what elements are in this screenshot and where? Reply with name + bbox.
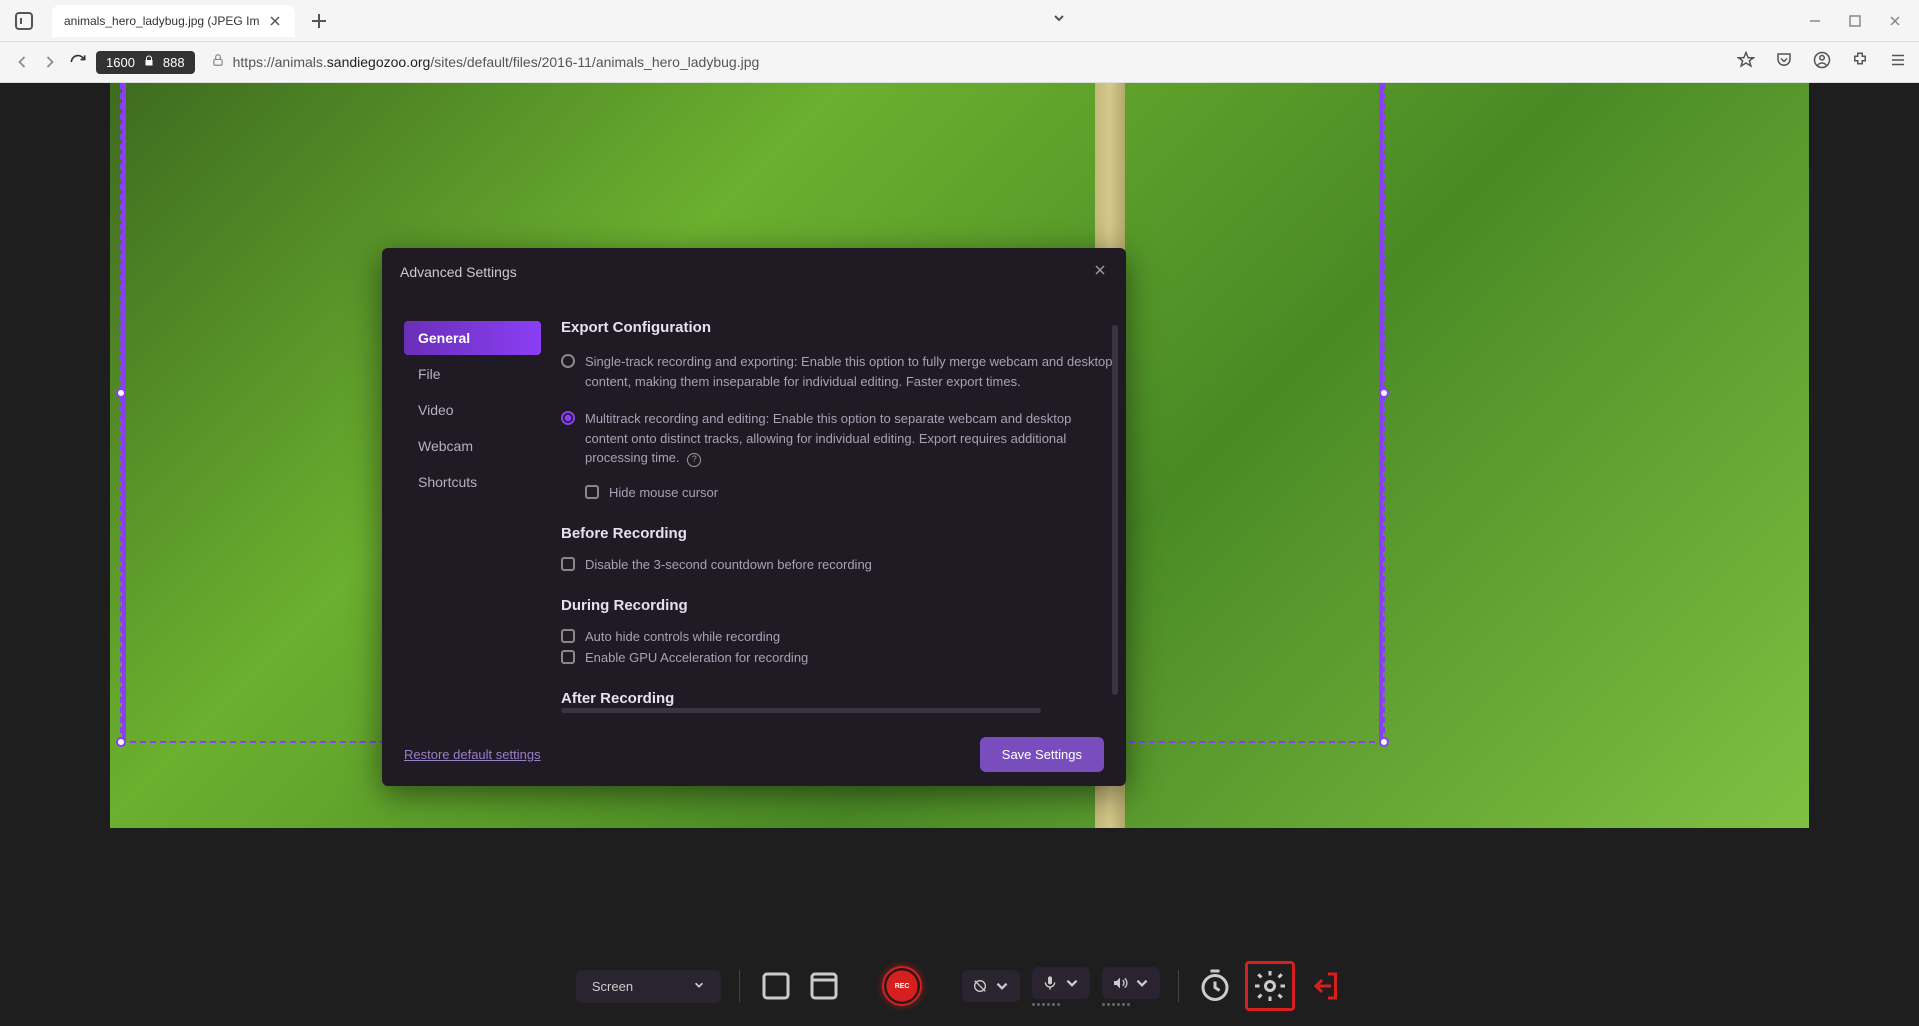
browser-tab[interactable]: animals_hero_ladybug.jpg (JPEG Im xyxy=(52,5,295,37)
pocket-icon[interactable] xyxy=(1775,51,1793,74)
maximize-button[interactable] xyxy=(1847,13,1863,29)
window-controls xyxy=(1807,13,1919,29)
sidebar-item-shortcuts[interactable]: Shortcuts xyxy=(404,465,541,499)
radio-label: Single-track recording and exporting: En… xyxy=(585,352,1116,391)
record-button[interactable]: REC xyxy=(882,966,922,1006)
checkbox-auto-hide[interactable]: Auto hide controls while recording xyxy=(561,626,1116,647)
checkbox-icon xyxy=(561,650,575,664)
secure-lock-icon xyxy=(211,53,225,72)
account-icon[interactable] xyxy=(1813,51,1831,74)
section-after-recording: After Recording xyxy=(561,690,1116,707)
fullscreen-button[interactable] xyxy=(758,968,794,1004)
section-before-recording: Before Recording xyxy=(561,525,1116,542)
tab-title: animals_hero_ladybug.jpg (JPEG Im xyxy=(64,14,259,28)
extensions-icon[interactable] xyxy=(1851,51,1869,74)
section-export-config: Export Configuration xyxy=(561,319,1116,336)
new-tab-button[interactable] xyxy=(307,9,331,33)
exit-button[interactable] xyxy=(1307,968,1343,1004)
dialog-header: Advanced Settings xyxy=(382,248,1126,295)
after-description: It requires your computer to have high-p… xyxy=(561,719,1116,724)
checkbox-gpu[interactable]: Enable GPU Acceleration for recording xyxy=(561,647,1116,668)
close-button[interactable] xyxy=(1887,13,1903,29)
webcam-toggle[interactable] xyxy=(962,970,1020,1002)
restore-defaults-link[interactable]: Restore default settings xyxy=(404,747,541,762)
viewport: Advanced Settings General File Video Web… xyxy=(0,83,1919,1026)
reload-button[interactable] xyxy=(68,52,88,72)
checkbox-icon xyxy=(561,557,575,571)
section-during-recording: During Recording xyxy=(561,597,1116,614)
settings-content: Export Configuration Single-track record… xyxy=(557,295,1126,723)
checkbox-hide-cursor[interactable]: Hide mouse cursor xyxy=(585,482,1116,503)
url-text: https://animals.sandiegozoo.org/sites/de… xyxy=(233,54,760,70)
browser-tab-bar: animals_hero_ladybug.jpg (JPEG Im xyxy=(0,0,1919,42)
tabs-dropdown-icon[interactable] xyxy=(1052,11,1066,30)
back-button[interactable] xyxy=(12,52,32,72)
help-icon[interactable]: ? xyxy=(687,453,701,467)
radio-icon xyxy=(561,354,575,368)
address-bar: 1600 888 https://animals.sandiegozoo.org… xyxy=(0,42,1919,83)
save-settings-button[interactable]: Save Settings xyxy=(980,737,1104,772)
radio-multitrack[interactable]: Multitrack recording and editing: Enable… xyxy=(561,405,1116,482)
checkbox-disable-countdown[interactable]: Disable the 3-second countdown before re… xyxy=(561,554,1116,575)
scrollbar-horizontal[interactable] xyxy=(561,708,1041,713)
minimize-button[interactable] xyxy=(1807,13,1823,29)
dialog-title: Advanced Settings xyxy=(400,264,517,280)
window-button[interactable] xyxy=(806,968,842,1004)
lock-icon[interactable] xyxy=(143,55,155,70)
forward-button[interactable] xyxy=(40,52,60,72)
recording-toolbar: Screen REC xyxy=(0,946,1919,1026)
settings-sidebar: General File Video Webcam Shortcuts xyxy=(382,295,557,723)
dialog-footer: Restore default settings Save Settings xyxy=(382,723,1126,786)
close-icon[interactable] xyxy=(1092,262,1108,281)
sidebar-item-file[interactable]: File xyxy=(404,357,541,391)
selection-width: 1600 xyxy=(106,55,135,70)
screen-source-select[interactable]: Screen xyxy=(576,970,721,1003)
settings-button-highlight xyxy=(1245,961,1295,1011)
sidebar-item-webcam[interactable]: Webcam xyxy=(404,429,541,463)
close-tab-icon[interactable] xyxy=(267,13,283,29)
dimensions-box[interactable]: 1600 888 xyxy=(96,51,195,74)
checkbox-icon xyxy=(561,629,575,643)
url-field[interactable]: https://animals.sandiegozoo.org/sites/de… xyxy=(203,53,1729,72)
settings-button[interactable] xyxy=(1252,968,1288,1004)
microphone-toggle[interactable] xyxy=(1032,967,1090,999)
system-audio-toggle[interactable] xyxy=(1102,967,1160,999)
advanced-settings-dialog: Advanced Settings General File Video Web… xyxy=(382,248,1126,786)
scrollbar-vertical[interactable] xyxy=(1112,325,1118,695)
chevron-down-icon xyxy=(693,979,705,994)
radio-single-track[interactable]: Single-track recording and exporting: En… xyxy=(561,348,1116,405)
menu-icon[interactable] xyxy=(1889,51,1907,74)
selection-height: 888 xyxy=(163,55,185,70)
timer-button[interactable] xyxy=(1197,968,1233,1004)
recent-icon[interactable] xyxy=(12,9,36,33)
radio-label: Multitrack recording and editing: Enable… xyxy=(585,409,1116,468)
sidebar-item-video[interactable]: Video xyxy=(404,393,541,427)
sidebar-item-general[interactable]: General xyxy=(404,321,541,355)
checkbox-icon xyxy=(585,485,599,499)
bookmark-icon[interactable] xyxy=(1737,51,1755,74)
radio-icon-checked xyxy=(561,411,575,425)
